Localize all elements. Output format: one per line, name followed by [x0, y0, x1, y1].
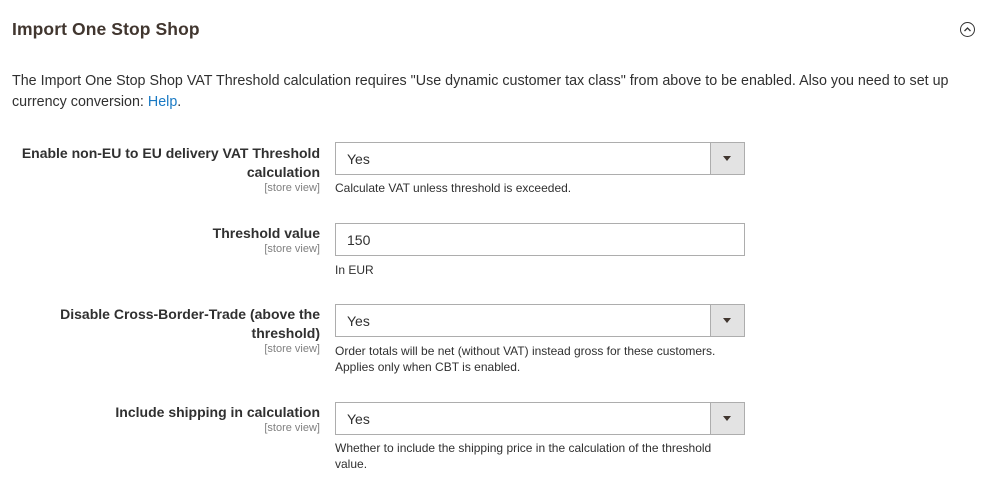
label-text: Enable non-EU to EU delivery VAT Thresho… — [21, 145, 320, 180]
select-value: Yes — [347, 313, 370, 329]
field-label: Include shipping in calculation [store vi… — [10, 403, 320, 435]
description-end: . — [177, 94, 182, 110]
label-text: Threshold value — [212, 225, 320, 241]
section-description: The Import One Stop Shop VAT Threshold c… — [12, 71, 987, 113]
input-value: 150 — [347, 232, 371, 248]
field-note: Whether to include the shipping price in… — [335, 441, 712, 471]
field-note: Order totals will be net (without VAT) i… — [335, 344, 716, 374]
section-title[interactable]: Import One Stop Shop — [12, 19, 200, 40]
label-text: Disable Cross-Border-Trade (above the th… — [60, 306, 320, 341]
scope-label: [store view] — [264, 343, 320, 355]
dropdown-arrow-icon[interactable] — [710, 305, 744, 336]
scope-label: [store view] — [264, 422, 320, 434]
scope-label: [store view] — [264, 243, 320, 255]
chevron-up-circle-icon[interactable] — [960, 22, 975, 37]
dropdown-arrow-icon[interactable] — [710, 403, 744, 434]
disable-cbt-select[interactable]: Yes — [335, 304, 745, 337]
select-value: Yes — [347, 151, 370, 167]
field-note: Calculate VAT unless threshold is exceed… — [335, 181, 572, 195]
label-text: Include shipping in calculation — [115, 404, 320, 420]
field-label: Disable Cross-Border-Trade (above the th… — [10, 305, 320, 356]
help-link[interactable]: Help — [148, 94, 177, 110]
select-value: Yes — [347, 411, 370, 427]
scope-label: [store view] — [264, 182, 320, 194]
field-label: Threshold value [store view] — [10, 224, 320, 256]
threshold-value-input[interactable]: 150 — [335, 223, 745, 256]
include-shipping-select[interactable]: Yes — [335, 402, 745, 435]
enable-threshold-select[interactable]: Yes — [335, 142, 745, 175]
dropdown-arrow-icon[interactable] — [710, 143, 744, 174]
field-note: In EUR — [335, 263, 374, 277]
field-label: Enable non-EU to EU delivery VAT Thresho… — [10, 144, 320, 195]
